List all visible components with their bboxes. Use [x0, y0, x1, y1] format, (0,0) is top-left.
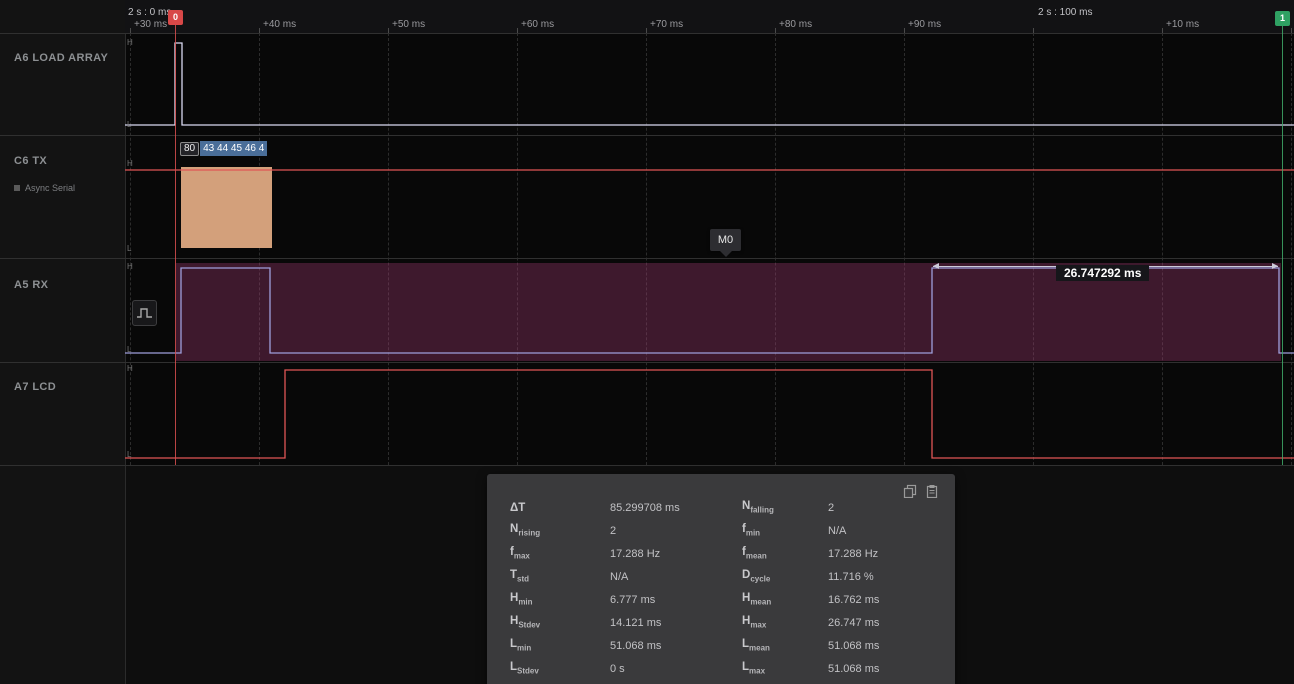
stat-value: 51.068 ms: [828, 663, 935, 675]
stat-label: fmin: [742, 523, 828, 537]
level-label: L: [127, 244, 131, 253]
stat-label: Nfalling: [742, 500, 828, 514]
stat-value: 16.762 ms: [828, 594, 935, 606]
level-label: L: [127, 345, 131, 354]
timing-marker-pointer: [720, 251, 732, 257]
stat-label: fmax: [510, 546, 610, 560]
stat-value: N/A: [610, 571, 742, 583]
marker-0-flag[interactable]: 0: [168, 10, 183, 25]
marker-0-line[interactable]: [175, 25, 176, 465]
serial-byte-value: 80: [180, 142, 199, 156]
stat-label: Tstd: [510, 569, 610, 583]
stat-value: 11.716 %: [828, 571, 935, 583]
level-label: L: [127, 450, 131, 459]
measurement-stats-panel[interactable]: ΔT85.299708 msNfalling2Nrising2fminN/Afm…: [487, 474, 955, 684]
stat-label: Hmean: [742, 592, 828, 606]
row-separator: [0, 135, 1294, 136]
serial-decoded-bytes[interactable]: 80 43 44 45 46 4: [180, 141, 267, 156]
stat-value: 17.288 Hz: [610, 548, 742, 560]
level-label: H: [127, 262, 133, 271]
stat-value: 2: [828, 502, 935, 514]
stat-value: 17.288 Hz: [828, 548, 935, 560]
level-label: H: [127, 38, 133, 47]
level-label: L: [127, 120, 131, 129]
stat-label: LStdev: [510, 661, 610, 675]
stat-value: 51.068 ms: [610, 640, 742, 652]
stat-value: 6.777 ms: [610, 594, 742, 606]
stat-value: 85.299708 ms: [610, 502, 742, 514]
level-label: H: [127, 364, 133, 373]
marker-1-line[interactable]: [1282, 25, 1283, 465]
stat-label: ΔT: [510, 502, 610, 514]
stat-label: Hmin: [510, 592, 610, 606]
stat-value: 0 s: [610, 663, 742, 675]
row-separator: [0, 33, 1294, 34]
stat-value: 2: [610, 525, 742, 537]
stat-value: N/A: [828, 525, 935, 537]
stat-label: Dcycle: [742, 569, 828, 583]
stat-label: Lmax: [742, 661, 828, 675]
waveform-a7-lcd[interactable]: [125, 370, 1294, 458]
timing-marker-m0[interactable]: M0: [710, 229, 741, 251]
pulse-icon: [136, 306, 153, 320]
row-separator: [0, 362, 1294, 363]
stats-grid: ΔT85.299708 msNfalling2Nrising2fminN/Afm…: [510, 496, 935, 680]
waveform-a6-load-array[interactable]: [125, 43, 1294, 125]
row-separator: [0, 258, 1294, 259]
stat-value: 14.121 ms: [610, 617, 742, 629]
stat-value: 26.747 ms: [828, 617, 935, 629]
stat-value: 51.068 ms: [828, 640, 935, 652]
stat-label: Nrising: [510, 523, 610, 537]
stat-label: Hmax: [742, 615, 828, 629]
stat-label: fmean: [742, 546, 828, 560]
pulse-tool-button[interactable]: [132, 300, 157, 326]
level-label: H: [127, 159, 133, 168]
stat-label: HStdev: [510, 615, 610, 629]
stat-label: Lmin: [510, 638, 610, 652]
stat-label: Lmean: [742, 638, 828, 652]
measurement-value[interactable]: 26.747292 ms: [1056, 265, 1149, 281]
serial-selected-bytes: 43 44 45 46 4: [200, 141, 267, 156]
logic-analyzer-window: A6 LOAD ARRAY C6 TX Async Serial A5 RX A…: [0, 0, 1294, 684]
row-separator: [0, 465, 1294, 466]
marker-1-flag[interactable]: 1: [1275, 11, 1290, 26]
